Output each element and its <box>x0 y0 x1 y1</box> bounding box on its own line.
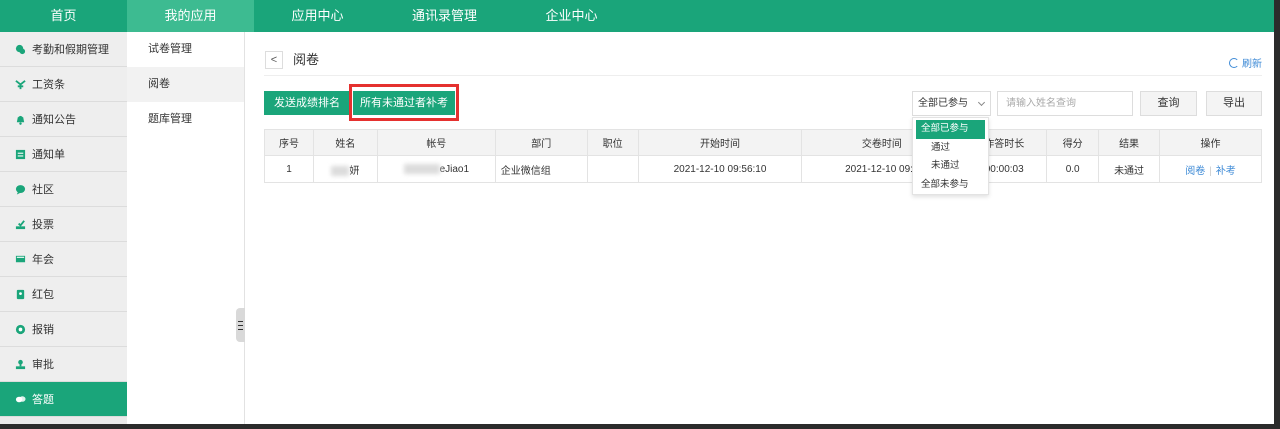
refresh-label: 刷新 <box>1242 59 1262 70</box>
cell-start-time: 2021-12-10 09:56:10 <box>637 155 803 183</box>
sidebar-item-label: 社区 <box>32 184 54 196</box>
app-window: 首页 我的应用 应用中心 通讯录管理 企业中心 考勤和假期管理 工资条 通知公告… <box>0 0 1274 424</box>
divider <box>264 75 1262 76</box>
nav-app-center[interactable]: 应用中心 <box>254 0 381 32</box>
subnav-item-question-bank[interactable]: 题库管理 <box>127 102 244 137</box>
cell-position <box>586 155 639 183</box>
header-position: 职位 <box>586 129 639 156</box>
cell-name-text: 妍 <box>349 165 360 177</box>
red-packet-icon <box>14 288 26 300</box>
send-ranking-button[interactable]: 发送成绩排名 <box>264 91 350 115</box>
makeup-exam-button[interactable]: 所有未通过者补考 <box>353 91 455 115</box>
cell-result: 未通过 <box>1098 155 1161 183</box>
page-title: 阅卷 <box>293 52 320 67</box>
quiz-icon <box>14 393 26 405</box>
result-filter-select[interactable]: 全部已参与 <box>912 91 991 116</box>
header-name: 姓名 <box>312 129 378 156</box>
sidebar-item-label: 工资条 <box>32 79 65 91</box>
sidebar-item-label: 年会 <box>32 254 54 266</box>
notice-form-icon <box>14 148 26 160</box>
vote-icon <box>14 218 26 230</box>
result-filter-dropdown: 全部已参与 通过 未通过 全部未参与 <box>912 117 989 195</box>
subnav-item-grading[interactable]: 阅卷 <box>127 67 244 102</box>
dropdown-option-passed[interactable]: 通过 <box>913 139 988 158</box>
main-content: < 阅卷 刷新 发送成绩排名 所有未通过者补考 全部已参与 查询 导出 序号 姓… <box>246 32 1274 424</box>
dropdown-option-all-participated[interactable]: 全部已参与 <box>916 120 985 139</box>
sidebar-item-label: 考勤和假期管理 <box>32 44 109 56</box>
sidebar-item-label: 红包 <box>32 289 54 301</box>
redacted-blur <box>403 163 440 174</box>
result-filter-value: 全部已参与 <box>918 98 968 109</box>
subnav-item-exam-management[interactable]: 试卷管理 <box>127 32 244 67</box>
nav-enterprise-center[interactable]: 企业中心 <box>508 0 635 32</box>
nav-contacts[interactable]: 通讯录管理 <box>381 0 508 32</box>
sidebar-item-attendance[interactable]: 考勤和假期管理 <box>0 32 127 67</box>
nav-home[interactable]: 首页 <box>0 0 127 32</box>
sidebar-item-label: 通知公告 <box>32 114 76 126</box>
header-index: 序号 <box>264 129 314 156</box>
sidebar-item-label: 通知单 <box>32 149 65 161</box>
community-icon <box>14 183 26 195</box>
approval-icon <box>14 358 26 370</box>
refresh-icon <box>1229 57 1239 68</box>
sidebar-item-notice-form[interactable]: 通知单 <box>0 137 127 172</box>
sidebar-item-approval[interactable]: 审批 <box>0 347 127 382</box>
sidebar-collapse-handle[interactable] <box>236 308 245 342</box>
bell-icon <box>14 113 26 125</box>
header-department: 部门 <box>494 129 588 156</box>
top-nav: 首页 我的应用 应用中心 通讯录管理 企业中心 <box>0 0 1274 32</box>
grading-table: 序号 姓名 帐号 部门 职位 开始时间 交卷时间 作答时长 得分 结果 操作 1… <box>264 129 1262 183</box>
name-search-input[interactable] <box>997 91 1133 116</box>
sidebar-item-label: 答题 <box>32 394 54 406</box>
cell-department: 企业微信组 <box>494 155 588 183</box>
sidebar-item-community[interactable]: 社区 <box>0 172 127 207</box>
makeup-exam-link[interactable]: 补考 <box>1216 166 1236 177</box>
chevron-down-icon <box>977 98 986 107</box>
redacted-blur <box>331 165 350 176</box>
annual-meeting-icon <box>14 253 26 265</box>
header-actions: 操作 <box>1159 129 1262 156</box>
review-paper-link[interactable]: 阅卷 <box>1185 166 1205 177</box>
separator: | <box>1209 165 1212 177</box>
nav-my-apps[interactable]: 我的应用 <box>127 0 254 32</box>
refresh-button[interactable]: 刷新 <box>1229 55 1262 70</box>
query-button[interactable]: 查询 <box>1140 91 1197 116</box>
export-button[interactable]: 导出 <box>1206 91 1262 116</box>
header-score: 得分 <box>1046 129 1100 156</box>
cell-actions: 阅卷 | 补考 <box>1159 155 1262 183</box>
dropdown-option-all-not-participated[interactable]: 全部未参与 <box>913 176 988 195</box>
sidebar-item-reimburse[interactable]: 报销 <box>0 312 127 347</box>
header-start-time: 开始时间 <box>637 129 803 156</box>
header-result: 结果 <box>1098 129 1161 156</box>
sidebar-item-label: 审批 <box>32 359 54 371</box>
menu-icon <box>238 320 243 330</box>
sidebar-item-quiz[interactable]: 答题 <box>0 382 127 417</box>
cell-account-text: eJiao1 <box>439 163 470 175</box>
sidebar-item-salary[interactable]: 工资条 <box>0 67 127 102</box>
cell-index: 1 <box>264 155 314 183</box>
sidebar-item-announcements[interactable]: 通知公告 <box>0 102 127 137</box>
cell-name: 妍 <box>312 155 378 183</box>
sidebar: 考勤和假期管理 工资条 通知公告 通知单 社区 投票 年会 红包 报销 审批 答… <box>0 32 127 424</box>
salary-icon <box>14 78 26 90</box>
header-account: 帐号 <box>376 129 496 156</box>
table-header-row: 序号 姓名 帐号 部门 职位 开始时间 交卷时间 作答时长 得分 结果 操作 <box>264 129 1262 156</box>
back-button[interactable]: < <box>265 51 283 69</box>
table-row: 1 妍 eJiao1 企业微信组 2021-12-10 09:56:10 202… <box>264 155 1262 183</box>
sidebar-item-red-packet[interactable]: 红包 <box>0 277 127 312</box>
dropdown-option-failed[interactable]: 未通过 <box>913 157 988 176</box>
sidebar-item-label: 投票 <box>32 219 54 231</box>
attendance-icon <box>14 43 26 55</box>
reimburse-icon <box>14 323 26 335</box>
sidebar-item-annual-meeting[interactable]: 年会 <box>0 242 127 277</box>
sub-nav: 试卷管理 阅卷 题库管理 <box>127 32 245 424</box>
sidebar-item-vote[interactable]: 投票 <box>0 207 127 242</box>
cell-account: eJiao1 <box>376 155 496 183</box>
sidebar-item-label: 报销 <box>32 324 54 336</box>
cell-score: 0.0 <box>1046 155 1100 183</box>
